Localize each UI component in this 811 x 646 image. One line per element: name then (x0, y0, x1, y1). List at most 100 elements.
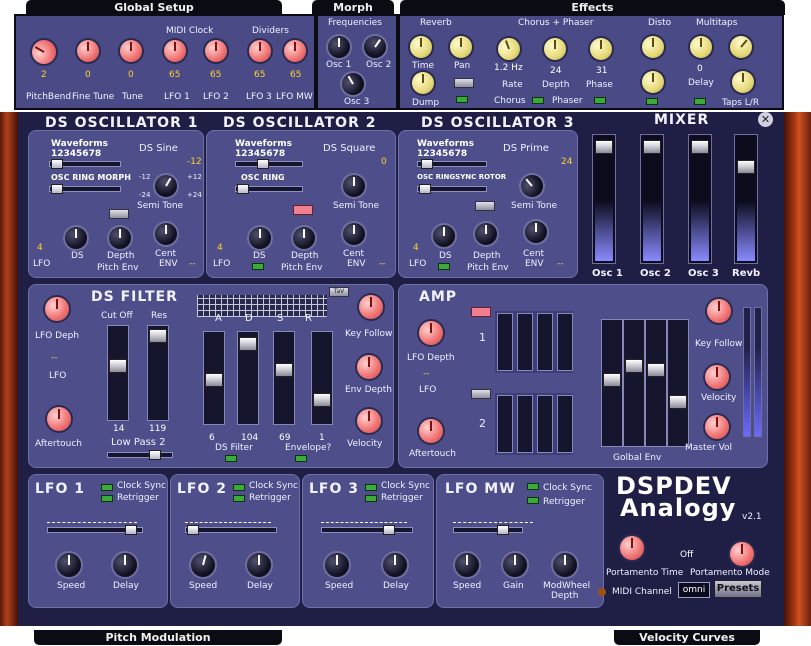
osc2-cent-knob[interactable] (343, 223, 365, 245)
osc2-sync-button[interactable] (293, 205, 313, 215)
filter-lfo-depth-knob[interactable] (45, 297, 69, 321)
res-fader-handle[interactable] (149, 329, 167, 343)
filter-env-depth-knob[interactable] (357, 355, 381, 379)
osc2-depth-knob[interactable] (293, 227, 315, 249)
osc3-semitone-knob[interactable] (516, 170, 548, 202)
global-env-d-fader[interactable] (623, 319, 645, 447)
amp-velocity-knob[interactable] (705, 365, 729, 389)
lfo1-delay-knob[interactable] (113, 553, 137, 577)
osc2-wave-slider-handle[interactable] (257, 159, 269, 169)
lfo1-speed-knob[interactable] (57, 553, 81, 577)
osc1-mode-slider-handle[interactable] (51, 184, 63, 194)
chorus-led[interactable] (532, 97, 544, 104)
multitaps-knob-1[interactable] (690, 36, 712, 58)
portamento-mode-knob[interactable] (730, 542, 754, 566)
amp-env1-s-fader[interactable] (537, 313, 553, 371)
lfo2-clock-sync-led[interactable] (233, 484, 245, 491)
global-env-s-fader[interactable] (645, 319, 667, 447)
amp-env1-a-fader[interactable] (497, 313, 513, 371)
midi-channel-field[interactable]: omni (678, 582, 710, 598)
lfo2-waveform-handle[interactable] (187, 525, 199, 535)
amp-env2-r-fader[interactable] (557, 395, 573, 453)
mixer-revb-fader[interactable] (734, 134, 758, 264)
osc2-ds-knob[interactable] (249, 227, 271, 249)
filter-type-slider-handle[interactable] (149, 450, 161, 460)
osc2-ds-led[interactable] (252, 263, 264, 270)
amp-env1-d-fader[interactable] (517, 313, 533, 371)
reverb-dump-knob[interactable] (412, 72, 434, 94)
amp-env2-a-fader[interactable] (497, 395, 513, 453)
osc3-cent-knob[interactable] (525, 221, 547, 243)
lfomw-waveform-slider[interactable] (453, 527, 523, 533)
lfo3-waveform-slider[interactable] (321, 527, 413, 533)
osc3-depth-knob[interactable] (475, 223, 497, 245)
osc1-semitone-knob[interactable] (150, 170, 182, 202)
cutoff-fader-handle[interactable] (109, 359, 127, 373)
reverb-pan-knob[interactable] (450, 36, 472, 58)
filter-attack-handle[interactable] (205, 373, 223, 387)
phaser-led[interactable] (594, 97, 606, 104)
global-env-r-fader[interactable] (667, 319, 689, 447)
filter-type-slider[interactable] (107, 452, 173, 458)
depth-knob[interactable] (544, 38, 566, 60)
global-setup-tab[interactable]: Global Setup (26, 0, 282, 15)
amp-env2-tv-button[interactable] (471, 389, 491, 399)
multitaps-knob-2[interactable] (725, 31, 757, 63)
global-env-d-handle[interactable] (625, 359, 643, 373)
lfomw-divider-knob[interactable] (284, 40, 306, 62)
lfomw-modwheel-knob[interactable] (553, 553, 577, 577)
lfo3-divider-knob[interactable] (249, 40, 271, 62)
lfo1-clock-knob[interactable] (164, 40, 186, 62)
amp-env1-r-fader[interactable] (557, 313, 573, 371)
rate-knob[interactable] (494, 34, 524, 64)
lfo1-waveform-handle[interactable] (125, 525, 137, 535)
mixer-osc2-handle[interactable] (643, 140, 661, 154)
osc3-wave-slider-handle[interactable] (421, 159, 433, 169)
mixer-osc3-handle[interactable] (691, 140, 709, 154)
osc1-depth-knob[interactable] (109, 227, 131, 249)
mixer-revb-handle[interactable] (737, 160, 755, 174)
osc3-ds-knob[interactable] (433, 225, 455, 247)
morph-osc3-knob[interactable] (337, 68, 369, 100)
amp-lfo-depth-knob[interactable] (419, 321, 443, 345)
osc2-wave-slider[interactable] (235, 161, 303, 167)
phase-knob[interactable] (590, 38, 612, 60)
morph-osc1-knob[interactable] (328, 36, 350, 58)
amp-aftertouch-knob[interactable] (419, 419, 443, 443)
morph-tab[interactable]: Morph (312, 0, 394, 15)
filter-aftertouch-knob[interactable] (47, 407, 71, 431)
master-vol-knob[interactable] (705, 415, 729, 439)
osc2-semitone-knob[interactable] (343, 175, 365, 197)
taps-knob[interactable] (732, 71, 754, 93)
filter-release-handle[interactable] (313, 393, 331, 407)
reverb-led[interactable] (456, 96, 468, 103)
osc1-ds-knob[interactable] (65, 227, 87, 249)
reverb-button[interactable] (454, 78, 474, 88)
global-env-a-handle[interactable] (603, 373, 621, 387)
lfo1-clock-sync-led[interactable] (101, 484, 113, 491)
reverb-time-knob[interactable] (410, 36, 432, 58)
envelope-led[interactable] (295, 455, 307, 462)
filter-key-follow-knob[interactable] (359, 295, 383, 319)
amp-env2-d-fader[interactable] (517, 395, 533, 453)
lfo3-waveform-handle[interactable] (383, 525, 395, 535)
filter-sustain-fader[interactable] (273, 331, 295, 425)
disto-knob-2[interactable] (642, 71, 664, 93)
fine-tune-knob[interactable] (77, 40, 99, 62)
effects-tab[interactable]: Effects (400, 0, 785, 15)
presets-button[interactable]: Presets (714, 580, 762, 598)
global-env-s-handle[interactable] (647, 363, 665, 377)
lfo2-speed-knob[interactable] (188, 550, 218, 580)
filter-decay-handle[interactable] (239, 337, 257, 351)
lfomw-speed-knob[interactable] (455, 553, 479, 577)
osc3-mode-slider-handle[interactable] (419, 184, 431, 194)
close-icon[interactable]: ✕ (758, 112, 773, 127)
amp-env2-s-fader[interactable] (537, 395, 553, 453)
osc1-cent-knob[interactable] (155, 223, 177, 245)
lfo2-clock-knob[interactable] (205, 40, 227, 62)
lfo3-clock-sync-led[interactable] (365, 484, 377, 491)
global-env-r-handle[interactable] (669, 395, 687, 409)
filter-sustain-handle[interactable] (275, 363, 293, 377)
lfomw-gain-knob[interactable] (503, 553, 527, 577)
filter-release-fader[interactable] (311, 331, 333, 425)
